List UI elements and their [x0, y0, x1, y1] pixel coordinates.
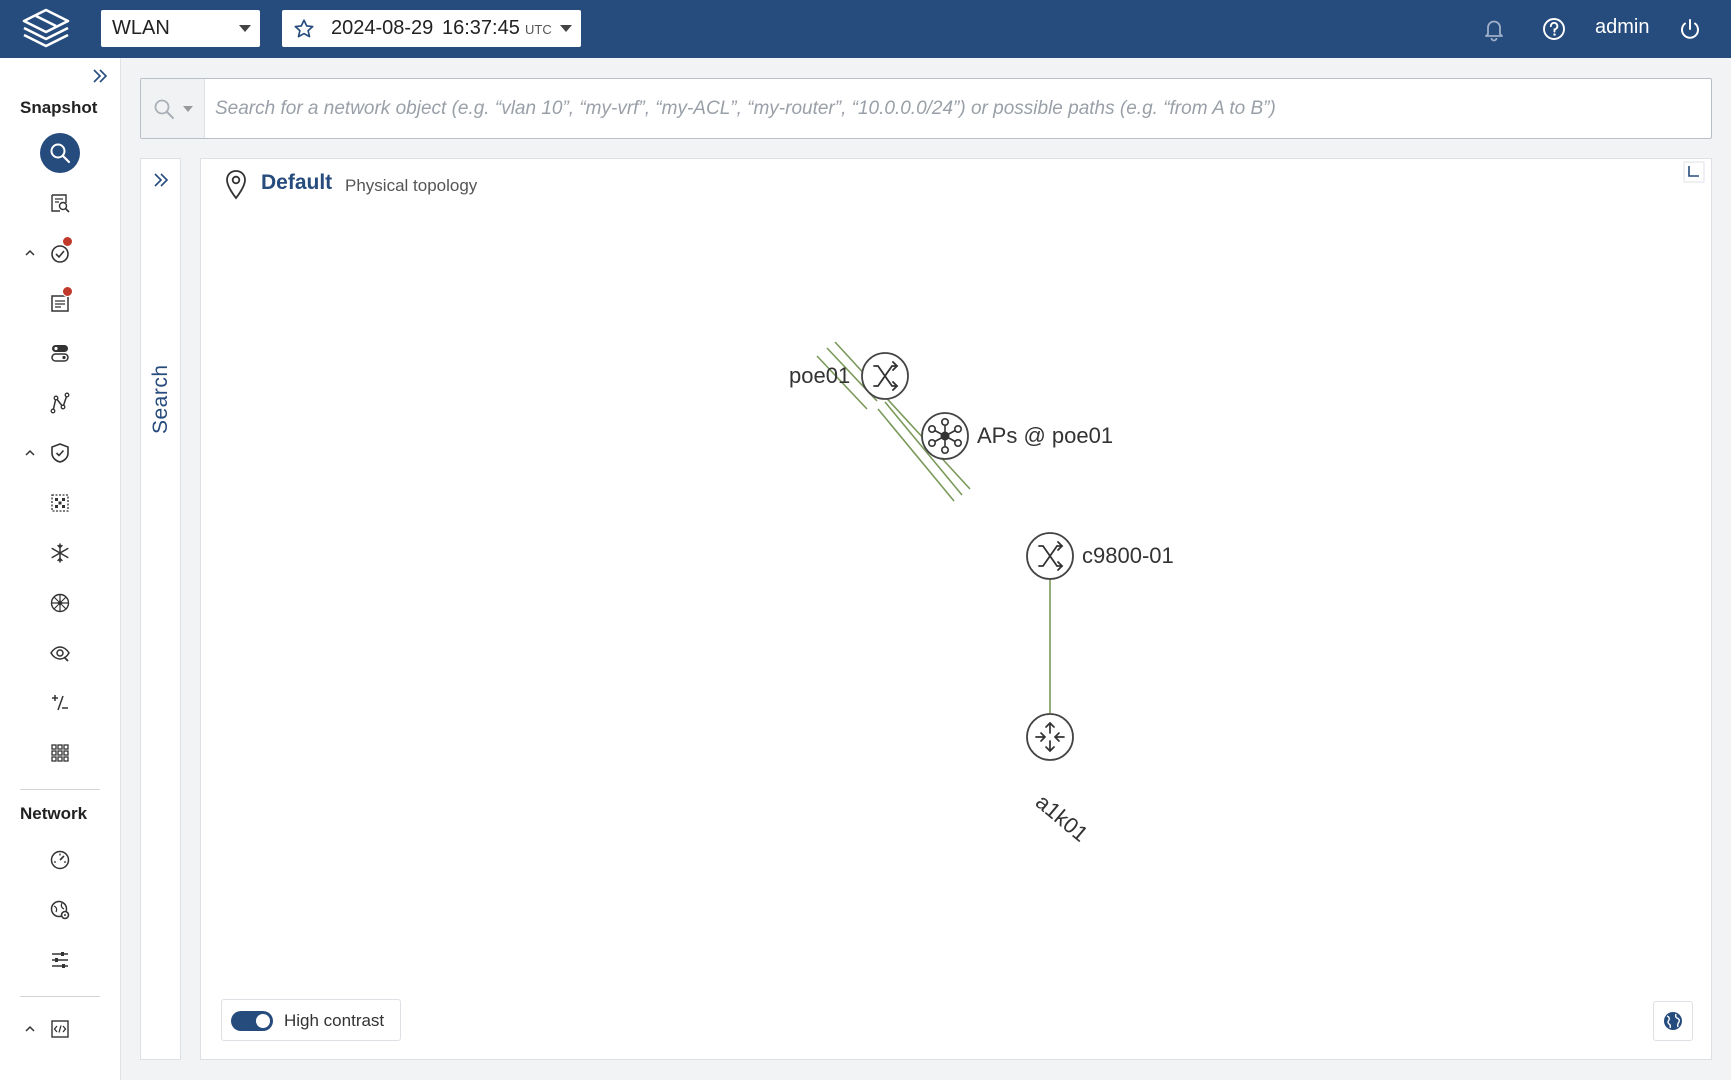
search-type-button[interactable] [141, 79, 205, 138]
map-view-button[interactable] [1653, 1001, 1693, 1041]
security-shield-icon [51, 443, 69, 463]
bell-icon[interactable] [1480, 15, 1508, 43]
matrix-icon [51, 494, 69, 512]
search-icon [154, 99, 174, 119]
topology-graph[interactable] [201, 159, 1713, 1061]
user-name[interactable]: admin [1595, 16, 1649, 39]
sidebar-item-search[interactable] [40, 133, 80, 173]
chevron-down-icon [239, 25, 251, 32]
network-select[interactable]: WLAN [101, 10, 260, 47]
chevron-up-icon[interactable] [23, 246, 37, 260]
collection-settings-icon [50, 900, 70, 920]
hub-icon [50, 593, 70, 613]
topology-panel: Default Physical topology poe01 APs @ po… [200, 158, 1712, 1060]
sidebar-item-dashboard[interactable] [46, 846, 74, 874]
chevron-up-icon[interactable] [23, 1022, 37, 1036]
snapshot-time: 16:37:45 [442, 17, 520, 39]
sidebar-item-apps[interactable] [46, 739, 74, 767]
global-search [140, 78, 1712, 139]
sidebar-item-inventory[interactable] [46, 189, 74, 217]
switch-node-poe01[interactable] [861, 352, 909, 400]
sidebar-item-visibility[interactable] [46, 639, 74, 667]
chevron-up-icon[interactable] [23, 446, 37, 460]
code-icon [51, 1020, 69, 1038]
topology-links [816, 341, 1051, 713]
node-label-c9800-01: c9800-01 [1082, 543, 1174, 568]
inventory-search-icon [51, 194, 70, 213]
sidebar-item-plus-minus[interactable] [46, 689, 74, 717]
help-icon[interactable] [1540, 15, 1568, 43]
toggle-knob [256, 1014, 270, 1028]
topology-path-icon [50, 392, 70, 414]
power-icon[interactable] [1676, 15, 1704, 43]
high-contrast-toggle[interactable]: High contrast [221, 999, 401, 1041]
search-input[interactable] [215, 79, 1695, 138]
sidebar-divider [20, 789, 100, 790]
search-drawer: Search [140, 158, 181, 1060]
network-select-value: WLAN [112, 17, 170, 39]
sidebar-item-settings[interactable] [46, 946, 74, 974]
snowflake-icon [51, 543, 69, 563]
sidebar-divider [20, 996, 100, 997]
logo-icon[interactable] [18, 7, 74, 51]
snapshot-timezone: UTC [525, 22, 552, 37]
chevron-down-icon [560, 25, 572, 32]
drawer-label[interactable]: Search [149, 364, 173, 434]
topology-subtitle: Physical topology [345, 176, 478, 195]
sidebar-item-intent-checks[interactable] [46, 286, 74, 317]
sidebar-item-snowflake[interactable] [46, 539, 74, 567]
sidebar-expand-icon[interactable] [90, 66, 110, 86]
sidebar-item-topology-path[interactable] [46, 389, 74, 417]
node-label-poe01: poe01 [789, 363, 851, 388]
sidebar-item-matrix[interactable] [46, 489, 74, 517]
chevron-down-icon [183, 106, 193, 112]
dashboard-gauge-icon [50, 850, 70, 870]
sidebar: Snapshot Network [0, 58, 121, 1080]
visibility-icon [50, 646, 70, 662]
alert-dot [62, 286, 73, 297]
toggle-switch[interactable] [231, 1011, 273, 1031]
node-label-aps: APs @ poe01 [977, 423, 1114, 448]
apps-grid-icon [51, 744, 69, 762]
drawer-expand-icon[interactable] [152, 171, 170, 189]
sidebar-item-hub[interactable] [46, 589, 74, 617]
snapshot-date: 2024-08-29 [331, 17, 434, 39]
snapshot-select[interactable]: 2024-08-29 16:37:45 UTC [282, 10, 581, 47]
alert-dot [62, 236, 73, 247]
star-icon[interactable] [293, 18, 315, 40]
ap-group-node[interactable] [921, 412, 969, 460]
plus-minus-icon [52, 695, 68, 711]
sidebar-item-code[interactable] [46, 1015, 74, 1043]
sidebar-item-devices[interactable] [46, 339, 74, 367]
high-contrast-label: High contrast [284, 1011, 385, 1030]
router-node-a1k01[interactable] [1026, 713, 1074, 761]
devices-icon [51, 345, 69, 362]
location-pin-icon [226, 170, 246, 200]
topology-title: Default [261, 171, 333, 194]
sidebar-heading-network: Network [20, 804, 88, 823]
sidebar-heading-snapshot: Snapshot [20, 98, 98, 117]
sidebar-item-verification[interactable] [46, 236, 74, 267]
sidebar-item-collection-settings[interactable] [46, 896, 74, 924]
settings-sliders-icon [52, 952, 68, 968]
switch-node-c9800-01[interactable] [1026, 532, 1074, 580]
collapse-panel-icon[interactable] [1683, 161, 1705, 183]
top-bar: WLAN 2024-08-29 16:37:45 UTC admin [0, 0, 1731, 58]
sidebar-item-security[interactable] [46, 439, 74, 467]
search-icon [50, 143, 71, 164]
globe-icon [1664, 1012, 1682, 1030]
